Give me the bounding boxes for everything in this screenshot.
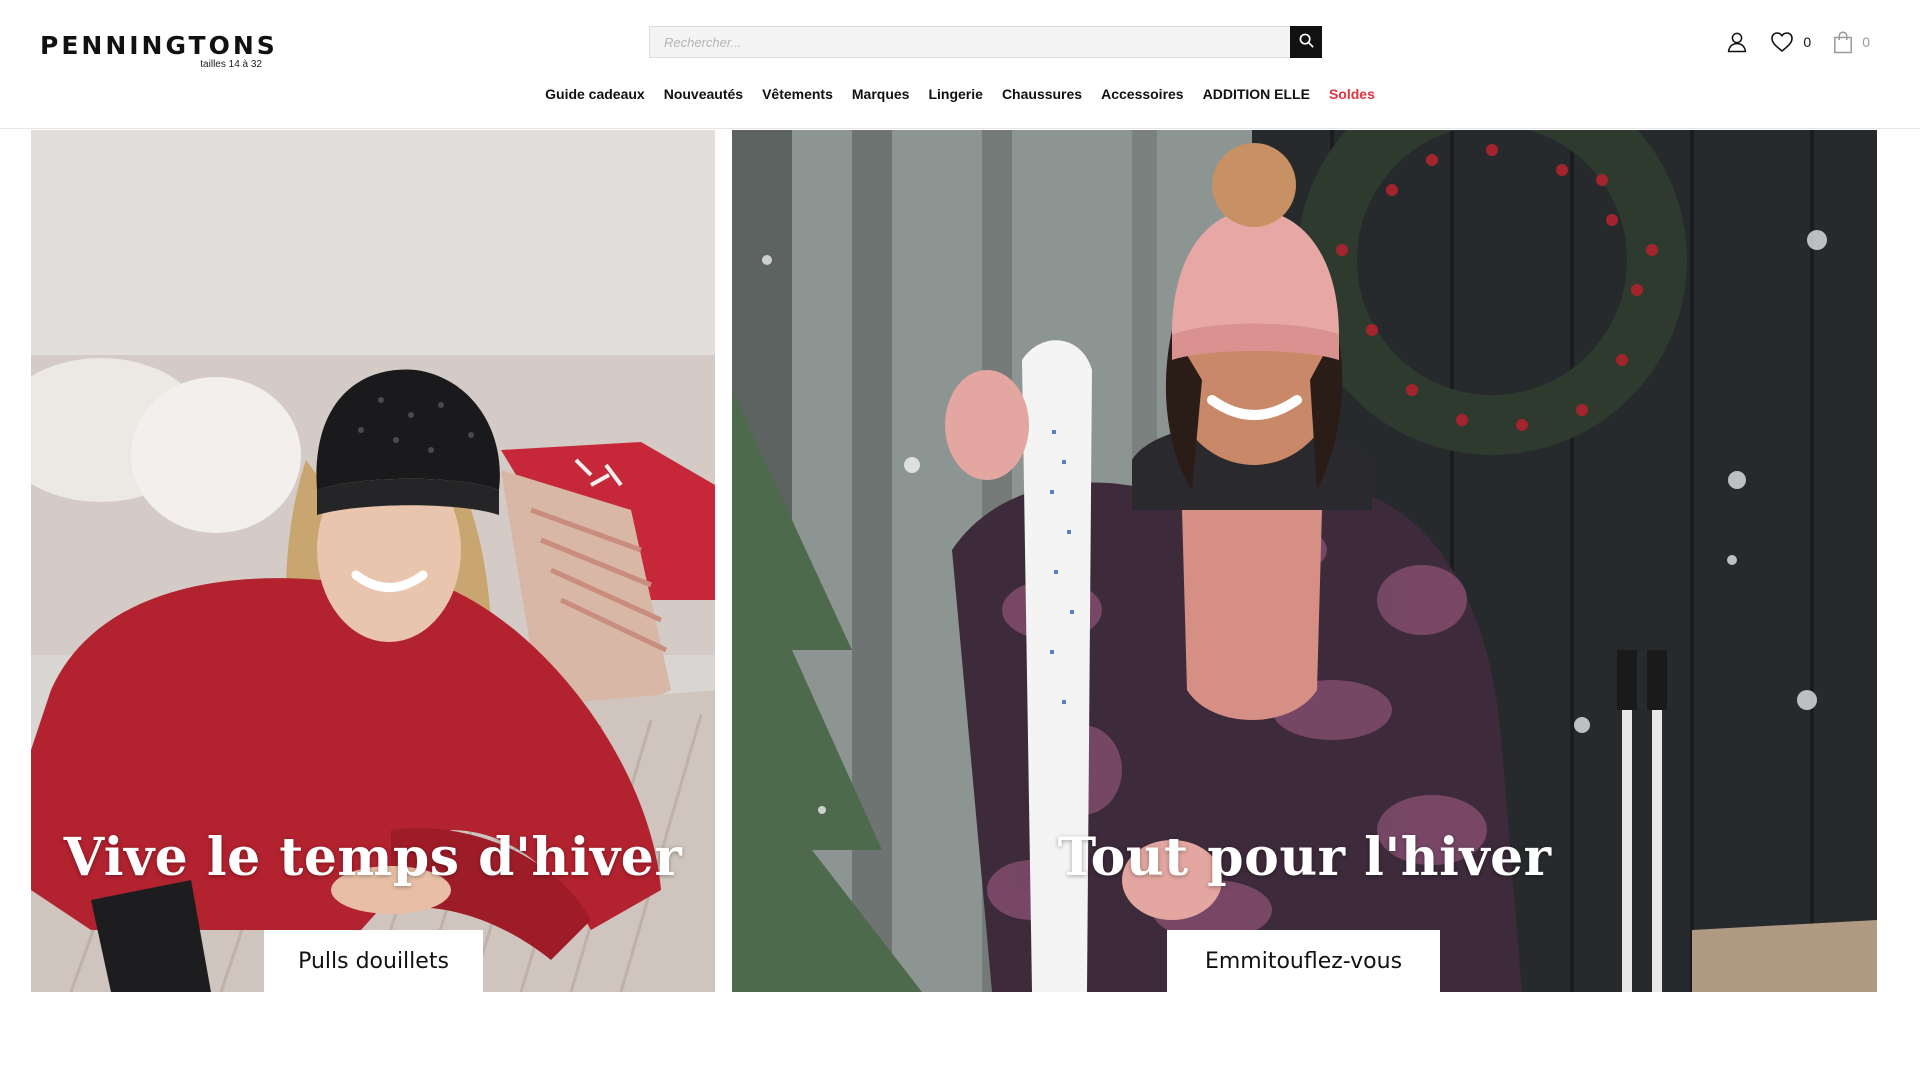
brand-logo[interactable]: PENNINGTONS tailles 14 à 32 — [40, 31, 278, 74]
nav-item-guide-cadeaux[interactable]: Guide cadeaux — [545, 86, 645, 102]
search-input[interactable] — [649, 26, 1290, 58]
hero-banner-left[interactable]: Vive le temps d'hiver Pulls douillets — [31, 130, 715, 992]
user-icon — [1726, 31, 1748, 53]
hero-banner-right[interactable]: Tout pour l'hiver Emmitouflez-vous — [732, 130, 1877, 992]
nav-item-lingerie[interactable]: Lingerie — [928, 86, 982, 102]
nav-item-vetements[interactable]: Vêtements — [762, 86, 833, 102]
wishlist-button[interactable]: 0 — [1770, 31, 1811, 53]
brand-tagline: tailles 14 à 32 — [200, 59, 262, 70]
hero-right-cta-button[interactable]: Emmitouflez-vous — [1167, 930, 1440, 992]
main-navigation: Guide cadeaux Nouveautés Vêtements Marqu… — [0, 86, 1920, 102]
search-form — [649, 26, 1322, 58]
wishlist-count: 0 — [1803, 34, 1812, 50]
cart-button[interactable]: 0 — [1833, 31, 1870, 54]
search-icon — [1299, 33, 1314, 51]
nav-item-marques[interactable]: Marques — [852, 86, 910, 102]
account-button[interactable] — [1726, 31, 1748, 53]
hero-left-cta-button[interactable]: Pulls douillets — [264, 930, 483, 992]
search-button[interactable] — [1290, 26, 1322, 58]
hero-right-headline: Tout pour l'hiver — [1057, 827, 1552, 888]
cart-count: 0 — [1862, 34, 1870, 50]
nav-item-soldes[interactable]: Soldes — [1329, 86, 1375, 102]
nav-item-accessoires[interactable]: Accessoires — [1101, 86, 1184, 102]
header-utilities: 0 0 — [1704, 28, 1870, 56]
brand-name: PENNINGTONS — [40, 31, 278, 60]
hero-left-headline: Vive le temps d'hiver — [63, 827, 683, 888]
site-header: PENNINGTONS tailles 14 à 32 Rechercher..… — [0, 0, 1920, 129]
heart-icon — [1770, 31, 1794, 53]
shopping-bag-icon — [1833, 31, 1853, 54]
nav-item-nouveautes[interactable]: Nouveautés — [664, 86, 743, 102]
nav-item-chaussures[interactable]: Chaussures — [1002, 86, 1082, 102]
nav-item-addition-elle[interactable]: ADDITION ELLE — [1203, 86, 1310, 102]
